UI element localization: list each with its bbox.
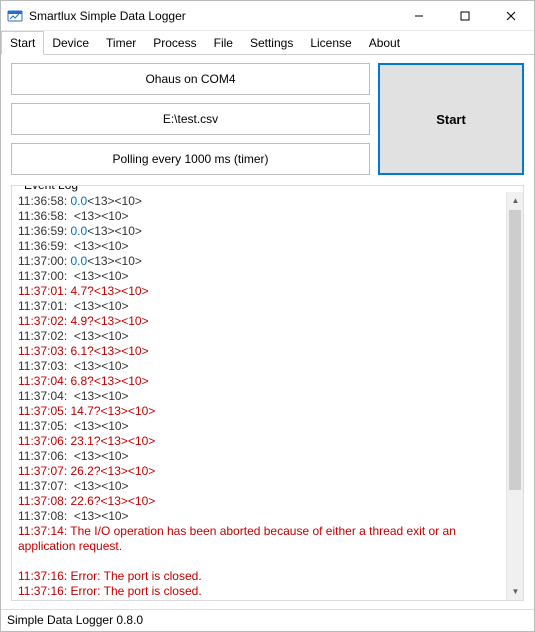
tab-start[interactable]: Start bbox=[1, 31, 44, 55]
log-line: 11:37:07: 26.2?<13><10> bbox=[18, 464, 500, 479]
tab-bar: Start Device Timer Process File Settings… bbox=[1, 31, 534, 55]
event-log-title: Event Log bbox=[20, 185, 82, 192]
log-line: 11:37:16: Error: The port is closed. bbox=[18, 569, 500, 584]
log-line: 11:36:59: 0.0<13><10> bbox=[18, 224, 500, 239]
close-button[interactable] bbox=[488, 1, 534, 31]
tab-device[interactable]: Device bbox=[44, 31, 98, 54]
log-line: 11:37:01: 4.7?<13><10> bbox=[18, 284, 500, 299]
start-button[interactable]: Start bbox=[378, 63, 524, 175]
status-bar: Simple Data Logger 0.8.0 bbox=[1, 609, 534, 631]
maximize-button[interactable] bbox=[442, 1, 488, 31]
log-line: 11:37:08: <13><10> bbox=[18, 509, 500, 524]
log-line: 11:37:04: 6.8?<13><10> bbox=[18, 374, 500, 389]
tab-settings[interactable]: Settings bbox=[242, 31, 302, 54]
window-title: Smartlux Simple Data Logger bbox=[29, 9, 186, 23]
log-line: 11:36:58: <13><10> bbox=[18, 209, 500, 224]
tab-about[interactable]: About bbox=[361, 31, 409, 54]
log-line: 11:37:05: <13><10> bbox=[18, 419, 500, 434]
tab-process[interactable]: Process bbox=[145, 31, 205, 54]
log-line bbox=[18, 554, 500, 569]
app-icon bbox=[7, 8, 23, 24]
log-line: 11:37:16: Error: The port is closed. bbox=[18, 584, 500, 599]
log-line: 11:37:06: <13><10> bbox=[18, 449, 500, 464]
log-line: 11:36:58: 0.0<13><10> bbox=[18, 194, 500, 209]
tab-file[interactable]: File bbox=[206, 31, 242, 54]
timer-config-button[interactable]: Polling every 1000 ms (timer) bbox=[11, 143, 370, 175]
log-line: 11:37:07: <13><10> bbox=[18, 479, 500, 494]
scrollbar[interactable]: ▲ ▼ bbox=[506, 192, 523, 600]
tab-license[interactable]: License bbox=[302, 31, 360, 54]
log-line: 11:37:03: 6.1?<13><10> bbox=[18, 344, 500, 359]
log-line: 11:37:02: 4.9?<13><10> bbox=[18, 314, 500, 329]
event-log-group: Event Log 11:36:58: 0.0<13><10>11:36:58:… bbox=[11, 185, 524, 601]
log-line: 11:37:14: The I/O operation has been abo… bbox=[18, 524, 500, 554]
log-line: 11:37:01: <13><10> bbox=[18, 299, 500, 314]
log-line: 11:36:59: <13><10> bbox=[18, 239, 500, 254]
tab-timer[interactable]: Timer bbox=[98, 31, 145, 54]
file-config-button[interactable]: E:\test.csv bbox=[11, 103, 370, 135]
log-line: 11:37:04: <13><10> bbox=[18, 389, 500, 404]
scroll-up-icon[interactable]: ▲ bbox=[507, 192, 524, 209]
scroll-down-icon[interactable]: ▼ bbox=[507, 583, 524, 600]
log-line: 11:37:06: 23.1?<13><10> bbox=[18, 434, 500, 449]
log-line: 11:37:00: <13><10> bbox=[18, 269, 500, 284]
log-line: 11:37:05: 14.7?<13><10> bbox=[18, 404, 500, 419]
log-line: 11:37:08: 22.6?<13><10> bbox=[18, 494, 500, 509]
event-log[interactable]: 11:36:58: 0.0<13><10>11:36:58: <13><10>1… bbox=[12, 192, 506, 600]
minimize-button[interactable] bbox=[396, 1, 442, 31]
log-line: 11:37:03: <13><10> bbox=[18, 359, 500, 374]
status-text: Simple Data Logger 0.8.0 bbox=[7, 613, 143, 627]
tab-panel-start: Ohaus on COM4 E:\test.csv Polling every … bbox=[1, 55, 534, 609]
scroll-thumb[interactable] bbox=[509, 210, 521, 490]
log-line: 11:37:02: <13><10> bbox=[18, 329, 500, 344]
titlebar: Smartlux Simple Data Logger bbox=[1, 1, 534, 31]
log-line: 11:37:00: 0.0<13><10> bbox=[18, 254, 500, 269]
device-config-button[interactable]: Ohaus on COM4 bbox=[11, 63, 370, 95]
